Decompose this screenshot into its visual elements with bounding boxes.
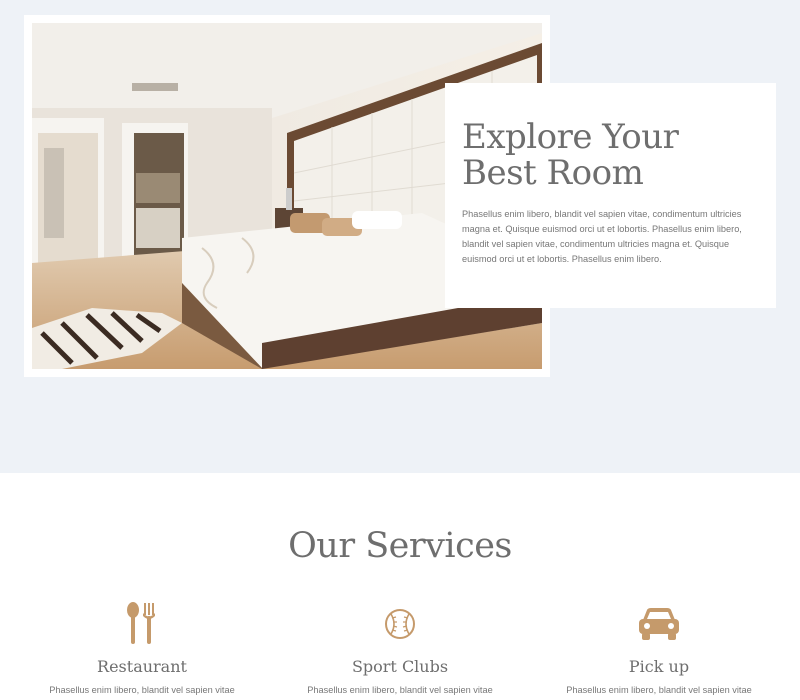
car-icon [529,601,789,647]
services-section: Our Services Restaurant Phasellus enim l… [0,473,800,700]
info-title: Explore Your Best Room [462,117,679,193]
hero-section: Explore Your Best Room Phasellus enim li… [0,0,800,473]
utensils-icon [12,601,272,647]
baseball-icon [270,601,530,647]
services-title: Our Services [288,526,512,566]
info-text: Phasellus enim libero, blandit vel sapie… [462,209,742,264]
service-desc: Phasellus enim libero, blandit vel sapie… [49,685,235,695]
service-label: Pick up [628,657,690,676]
service-pick-up: Pick up Phasellus enim libero, blandit v… [529,601,789,698]
info-card: Explore Your Best Room Phasellus enim li… [445,83,776,308]
service-label: Restaurant [97,657,187,676]
service-label: Sport Clubs [351,657,449,676]
service-desc: Phasellus enim libero, blandit vel sapie… [307,685,493,695]
service-desc: Phasellus enim libero, blandit vel sapie… [566,685,752,695]
service-restaurant: Restaurant Phasellus enim libero, blandi… [12,601,272,698]
service-sport-clubs: Sport Clubs Phasellus enim libero, bland… [270,601,530,698]
